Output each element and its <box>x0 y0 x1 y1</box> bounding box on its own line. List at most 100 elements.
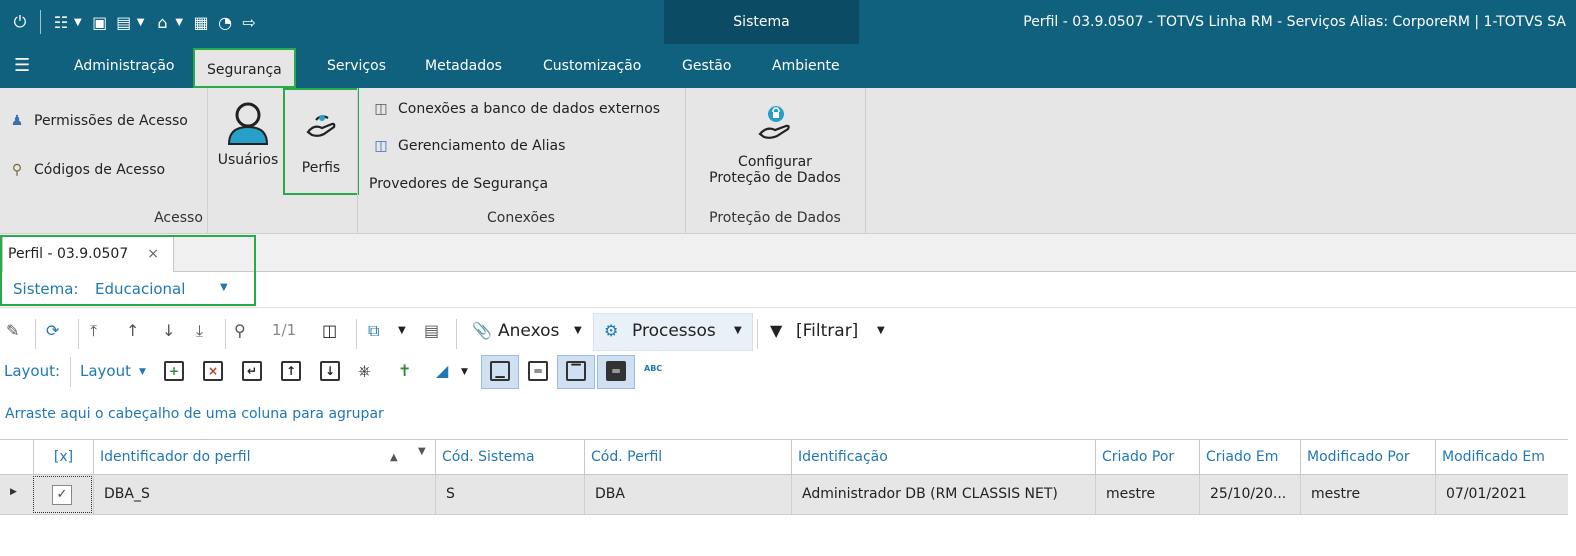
cell-identificacao[interactable]: Administrador DB (RM CLASSIS NET) <box>791 475 1095 514</box>
users-key-icon: ♟ <box>10 113 24 129</box>
export-layout-icon[interactable]: ↓ <box>320 361 340 381</box>
database-icon: ◫ <box>374 101 388 117</box>
layout-dropdown[interactable]: Layout <box>80 362 131 380</box>
search-icon[interactable]: ⚲ <box>234 321 246 340</box>
footer-icon: ▁ <box>490 361 510 381</box>
add-layout-icon[interactable]: + <box>164 361 184 381</box>
pin-icon[interactable]: ✝ <box>398 361 411 380</box>
hierarchy-icon[interactable]: ☷ <box>49 10 73 34</box>
chevron-down-icon[interactable]: ▼ <box>877 325 885 336</box>
last-record-icon[interactable]: ⤓ <box>196 321 203 341</box>
report-icon[interactable]: ▤ <box>424 321 439 340</box>
chevron-down-icon[interactable]: ▼ <box>139 367 146 377</box>
usuarios-button[interactable]: Usuários <box>214 100 282 168</box>
calculator-icon[interactable]: ▦ <box>189 10 213 34</box>
quick-access-toolbar: ⏻ ☷ ▼ ▣ ▤ ▼ ⌂ ▼ ▦ ◔ ⇨ <box>8 10 261 34</box>
menu-gestao[interactable]: Gestão <box>682 44 731 88</box>
permissoes-acesso-button[interactable]: ♟ Permissões de Acesso <box>8 109 188 133</box>
toolbar-separator <box>225 319 226 349</box>
title-bar: ⏻ ☷ ▼ ▣ ▤ ▼ ⌂ ▼ ▦ ◔ ⇨ Sistema Perfil - 03.9… <box>0 0 1576 88</box>
paperclip-icon[interactable]: 📎 <box>472 321 492 340</box>
edit-icon[interactable]: ✎ <box>6 321 19 340</box>
provedores-seguranca-button[interactable]: Provedores de Segurança <box>369 172 548 196</box>
anexos-button[interactable]: Anexos <box>498 321 559 341</box>
group-label-protecao: Proteção de Dados <box>709 210 841 226</box>
cell-cod-sistema[interactable]: S <box>435 475 584 514</box>
cell-criado-em[interactable]: 25/10/20... <box>1199 475 1300 514</box>
cell-criado-por[interactable]: mestre <box>1095 475 1199 514</box>
group-label-acesso: Acesso <box>154 210 203 226</box>
configurar-protecao-button[interactable]: Configurar Proteção de Dados <box>690 104 860 186</box>
chevron-down-icon[interactable]: ▼ <box>574 325 582 336</box>
gear-icon[interactable]: ⚙ <box>604 321 618 340</box>
filter-icon[interactable]: ▼ <box>770 321 782 340</box>
apply-layout-icon[interactable]: ↵ <box>242 361 262 381</box>
window-icon[interactable]: ▤ <box>112 10 136 34</box>
column-header-identificador[interactable]: Identificador do perfil ▲ ▼ <box>93 440 435 475</box>
column-header-criado-por[interactable]: Criado Por <box>1095 440 1199 475</box>
group-by-hint[interactable]: Arraste aqui o cabeçalho de uma coluna p… <box>5 406 384 422</box>
chevron-down-icon[interactable]: ▼ <box>137 17 145 28</box>
conexoes-bd-externos-button[interactable]: ◫ Conexões a banco de dados externos <box>372 97 660 121</box>
chevron-down-icon[interactable]: ▼ <box>398 325 406 336</box>
filtrar-button[interactable]: [Filtrar] <box>796 321 858 341</box>
column-header-criado-em[interactable]: Criado Em <box>1199 440 1300 475</box>
filter-icon[interactable]: ▼ <box>418 440 426 469</box>
power-icon[interactable]: ⏻ <box>8 10 32 34</box>
chevron-down-icon[interactable]: ▼ <box>734 325 742 336</box>
home-icon[interactable]: ⌂ <box>150 10 174 34</box>
chart-icon[interactable]: ◢ <box>436 361 448 380</box>
exit-icon[interactable]: ⇨ <box>237 10 261 34</box>
cell-modificado-em[interactable]: 07/01/2021 <box>1435 475 1568 514</box>
menu-customizacao[interactable]: Customização <box>543 44 641 88</box>
column-header-modificado-em[interactable]: Modificado Em <box>1435 440 1568 475</box>
menu-seguranca[interactable]: Segurança <box>193 48 296 88</box>
permissoes-acesso-label: Permissões de Acesso <box>34 113 188 129</box>
toolbar-separator <box>70 357 71 387</box>
open-external-icon[interactable]: ⧉ <box>368 321 379 341</box>
cell-cod-perfil[interactable]: DBA <box>584 475 791 514</box>
menu-servicos[interactable]: Serviços <box>327 44 386 88</box>
previous-record-icon[interactable]: ↑ <box>126 321 139 340</box>
toolbar-separator <box>757 319 758 349</box>
group-footer-icon[interactable]: ═ <box>528 361 548 381</box>
app-menu-icon[interactable]: ☰ <box>14 54 32 78</box>
refresh-icon[interactable]: ⟳ <box>46 321 59 340</box>
chevron-down-icon[interactable]: ▼ <box>461 367 468 377</box>
processos-button[interactable]: Processos <box>632 321 716 341</box>
column-header-identificacao[interactable]: Identificação <box>791 440 1095 475</box>
cell-modificado-por[interactable]: mestre <box>1300 475 1435 514</box>
chevron-down-icon[interactable]: ▼ <box>74 17 82 28</box>
gerenciamento-alias-button[interactable]: ◫ Gerenciamento de Alias <box>372 134 565 158</box>
layout-toolbar: Layout: Layout ▼ + × ↵ ↑ ↓ ⎈ ✝ ◢ ▼ ▁ ═ ▔… <box>0 353 1576 389</box>
table-row[interactable]: ▶ ✓ DBA_S S DBA Administrador DB (RM CLA… <box>0 475 1568 515</box>
column-header-select[interactable]: [x] <box>33 440 93 475</box>
column-header-cod-sistema[interactable]: Cód. Sistema <box>435 440 584 475</box>
import-layout-icon[interactable]: ↑ <box>281 361 301 381</box>
menu-administracao[interactable]: Administração <box>74 44 174 88</box>
toolbar-separator <box>356 319 357 349</box>
row-indicator-icon: ▶ <box>10 487 17 497</box>
menu-metadados[interactable]: Metadados <box>425 44 502 88</box>
paint-format-icon[interactable]: ⎈ <box>358 361 371 381</box>
menu-ambiente[interactable]: Ambiente <box>772 44 840 88</box>
context-highlight <box>0 235 256 306</box>
perfis-button[interactable]: Perfis <box>286 110 356 176</box>
sort-ascending-icon[interactable]: ▲ <box>390 440 398 475</box>
header-icon: ▔ <box>566 361 586 381</box>
provedores-seguranca-label: Provedores de Segurança <box>369 176 549 192</box>
column-header-modificado-por[interactable]: Modificado Por <box>1300 440 1435 475</box>
next-record-icon[interactable]: ↓ <box>162 321 175 340</box>
monitor-icon[interactable]: ▣ <box>88 10 112 34</box>
chevron-down-icon[interactable]: ▼ <box>175 17 183 28</box>
first-record-icon[interactable]: ⤒ <box>90 321 97 341</box>
delete-layout-icon[interactable]: × <box>203 361 223 381</box>
column-header-cod-perfil[interactable]: Cód. Perfil <box>584 440 791 475</box>
cell-identificador[interactable]: DBA_S <box>93 475 435 514</box>
globe-icon[interactable]: ◔ <box>213 10 237 34</box>
codigos-acesso-button[interactable]: ⚲ Códigos de Acesso <box>8 158 165 182</box>
abc-icon[interactable]: ABC <box>644 364 662 373</box>
hand-lock-icon <box>758 106 790 139</box>
columns-icon[interactable]: ◫ <box>322 321 337 340</box>
row-checkbox[interactable]: ✓ <box>52 485 72 505</box>
